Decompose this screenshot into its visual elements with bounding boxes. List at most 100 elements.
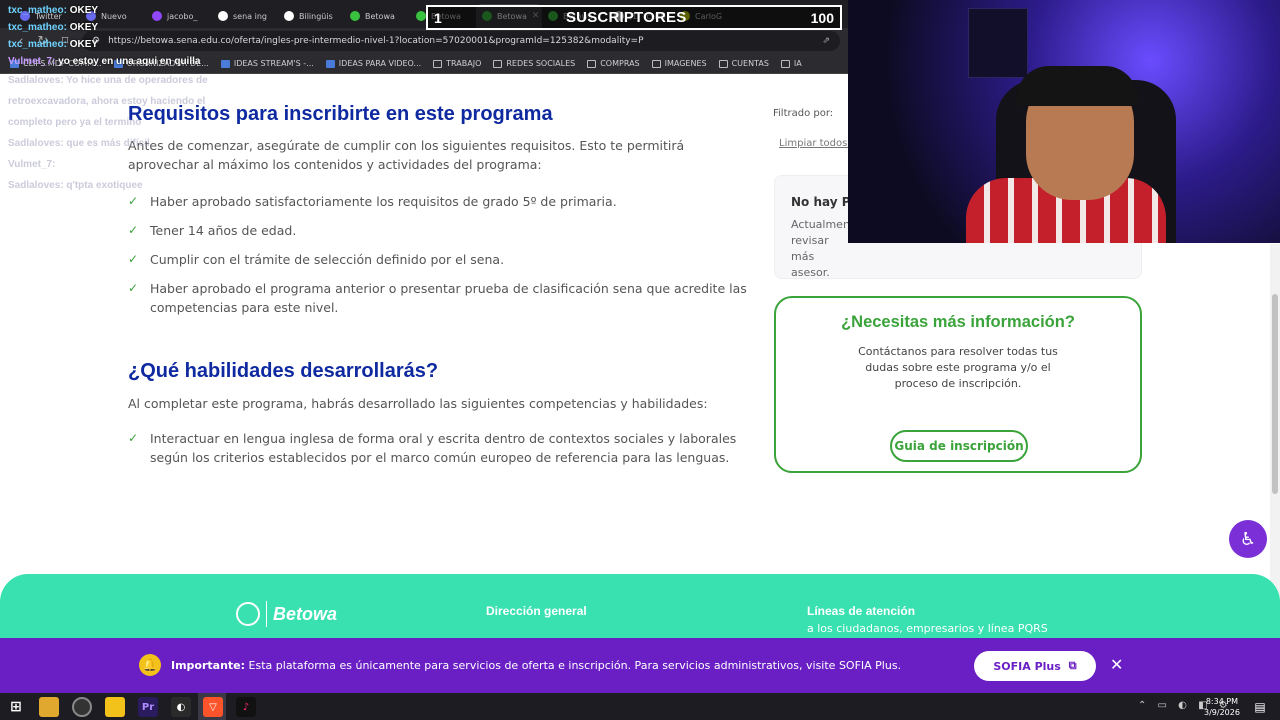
requirement-text: Haber aprobado el programa anterior o pr… bbox=[150, 281, 747, 315]
scrollbar-thumb[interactable] bbox=[1272, 294, 1278, 494]
tab-label: Betowa bbox=[365, 11, 395, 21]
more-info-text: Contáctanos para resolver todas tus duda… bbox=[858, 345, 1058, 390]
chat-username: txc_matheo: bbox=[8, 39, 67, 50]
folder-icon bbox=[587, 59, 597, 68]
requirement-text: Cumplir con el trámite de selección defi… bbox=[150, 252, 505, 267]
wall-poster bbox=[968, 8, 1028, 78]
check-icon: ✓ bbox=[128, 431, 139, 445]
logo-divider bbox=[266, 601, 267, 627]
capcut-icon[interactable]: ◐ bbox=[171, 697, 191, 717]
check-icon: ✓ bbox=[128, 223, 139, 237]
bookmark-label: IA bbox=[793, 59, 802, 68]
tab-favicon-icon bbox=[284, 11, 294, 21]
bookmark-item[interactable]: REDES SOCIALES bbox=[493, 59, 575, 68]
notice-message: Esta plataforma es únicamente para servi… bbox=[248, 659, 902, 672]
external-link-icon: ⧉ bbox=[1068, 659, 1077, 672]
requirement-item: ✓ Cumplir con el trámite de selección def… bbox=[128, 250, 748, 269]
sena-logo-icon bbox=[236, 602, 260, 626]
skills-intro: Al completar este programa, habrás desar… bbox=[128, 396, 708, 411]
filter-label: Filtrado por: bbox=[773, 108, 834, 119]
bookmark-label: COMPRAS bbox=[600, 59, 640, 68]
bell-icon: 🔔 bbox=[139, 654, 161, 676]
sticky-notes-icon[interactable] bbox=[105, 697, 125, 717]
check-icon: ✓ bbox=[128, 252, 139, 266]
chat-text: OKEY bbox=[69, 5, 99, 16]
chat-text: OKEY bbox=[69, 39, 99, 50]
browser-tab[interactable]: Bilingüis bbox=[278, 4, 344, 28]
chat-message: Vulmet_7: yo estoy en una aqui en quilla bbox=[8, 53, 248, 70]
folder-icon bbox=[433, 59, 443, 68]
premiere-icon[interactable]: Pr bbox=[138, 697, 158, 717]
requirement-item: ✓ Tener 14 años de edad. bbox=[128, 221, 748, 240]
clock-time: 8:34 PM bbox=[1205, 697, 1239, 706]
chat-message: txc_matheo: OKEY bbox=[8, 19, 248, 36]
obs-icon[interactable] bbox=[72, 697, 92, 717]
requirement-text: Tener 14 años de edad. bbox=[150, 223, 297, 238]
sofia-plus-button[interactable]: SOFIA Plus ⧉ bbox=[974, 651, 1096, 681]
document-icon bbox=[325, 59, 335, 68]
bookmark-item[interactable]: IMAGENES bbox=[651, 59, 707, 68]
tab-favicon-icon bbox=[416, 11, 426, 21]
chat-message: txc_matheo: OKEY bbox=[8, 2, 248, 19]
footer-col2-title: Líneas de atención bbox=[807, 604, 916, 618]
webcam-overlay bbox=[848, 0, 1280, 243]
sub-goal: 100 bbox=[810, 9, 834, 26]
browser-tab[interactable]: Betowa bbox=[344, 4, 410, 28]
notifications-icon[interactable]: ▤ bbox=[1250, 697, 1270, 717]
sofia-plus-label: SOFIA Plus bbox=[993, 659, 1061, 673]
bookmark-item[interactable]: CUENTAS bbox=[718, 59, 769, 68]
bookmark-label: TRABAJO bbox=[446, 59, 482, 68]
site-footer: Betowa Dirección general Líneas de atenc… bbox=[0, 574, 1280, 638]
page-scrollbar[interactable] bbox=[1270, 244, 1280, 638]
bookmark-item[interactable]: IA bbox=[780, 59, 802, 68]
check-icon: ✓ bbox=[128, 281, 139, 295]
streamer-cap bbox=[1016, 66, 1138, 106]
footer-brand: Betowa bbox=[273, 603, 338, 624]
important-notice-bar: 🔔 Importante: Esta plataforma es únicame… bbox=[0, 638, 1280, 693]
footer-col1-title: Dirección general bbox=[486, 604, 587, 618]
bookmark-item[interactable]: IDEAS PARA VIDEO... bbox=[325, 59, 422, 68]
clock-date: 3/9/2026 bbox=[1204, 708, 1240, 717]
skill-item: ✓ Interactuar en lengua inglesa de forma … bbox=[128, 429, 748, 467]
notice-label: Importante: bbox=[171, 659, 246, 672]
close-notice-icon[interactable]: ✕ bbox=[1110, 655, 1123, 674]
tiktok-icon[interactable]: ♪ bbox=[236, 697, 256, 717]
footer-col2-subtitle: a los ciudadanos, empresarios y línea PQ… bbox=[807, 622, 1048, 635]
chat-username: txc_matheo: bbox=[8, 5, 67, 16]
registration-guide-button[interactable]: Guia de inscripción bbox=[890, 430, 1028, 462]
faded-chat-message: Sadlaloves: que es más difícil bbox=[8, 138, 150, 149]
windows-taskbar: ⊞ Pr ◐ ▽ ♪ ⌃ ▭ ◐ ◧ ⚙ 8:34 PM 3/9/2026 ▤ bbox=[0, 693, 1280, 720]
chat-message: txc_matheo: OKEY bbox=[8, 36, 248, 53]
faded-chat-message: Vulmet_7: bbox=[8, 159, 56, 170]
share-icon[interactable]: ⇗ bbox=[822, 36, 830, 46]
skill-text: Interactuar en lengua inglesa de forma o… bbox=[150, 431, 737, 465]
file-explorer-icon[interactable] bbox=[39, 697, 59, 717]
more-info-title: ¿Necesitas más información? bbox=[841, 313, 1075, 331]
more-info-card: ¿Necesitas más información? Contáctanos … bbox=[774, 296, 1142, 473]
clear-filters-link[interactable]: Limpiar todos f bbox=[779, 138, 854, 149]
faded-chat-message: Sadlaloves: Yo hice una de operadores de… bbox=[8, 75, 208, 128]
notice-text: Importante: Esta plataforma es únicament… bbox=[171, 659, 901, 672]
brave-browser-icon[interactable]: ▽ bbox=[203, 697, 223, 717]
faded-chat-message: Sadlaloves: q'tpta exotiquee bbox=[8, 180, 143, 191]
accessibility-icon: ♿ bbox=[1239, 528, 1257, 550]
footer-logo[interactable]: Betowa bbox=[236, 601, 337, 627]
no-programs-title: No hay Pr bbox=[791, 195, 857, 209]
accessibility-button[interactable]: ♿ bbox=[1229, 520, 1267, 558]
chat-username: Vulmet_7: bbox=[8, 56, 56, 67]
taskbar-clock[interactable]: 8:34 PM 3/9/2026 bbox=[1204, 696, 1240, 718]
bookmark-item[interactable]: COMPRAS bbox=[587, 59, 640, 68]
bookmark-label: REDES SOCIALES bbox=[506, 59, 576, 68]
bookmark-label: CUENTAS bbox=[731, 59, 769, 68]
folder-icon bbox=[718, 59, 728, 68]
bookmark-label: IDEAS PARA VIDEO... bbox=[338, 59, 422, 68]
subscriber-goal-overlay: 1 SUSCRIPTORES 100 bbox=[426, 5, 842, 30]
chat-text: yo estoy en una aqui en quilla bbox=[58, 56, 201, 67]
sub-label: SUSCRIPTORES bbox=[565, 9, 687, 26]
bookmark-item[interactable]: TRABAJO bbox=[433, 59, 481, 68]
windows-start-icon[interactable]: ⊞ bbox=[6, 697, 26, 717]
requirement-item: ✓ Haber aprobado el programa anterior o p… bbox=[128, 279, 748, 317]
tab-label: Bilingüis bbox=[299, 11, 333, 21]
bookmark-label: IMAGENES bbox=[664, 59, 707, 68]
folder-icon bbox=[780, 59, 790, 68]
